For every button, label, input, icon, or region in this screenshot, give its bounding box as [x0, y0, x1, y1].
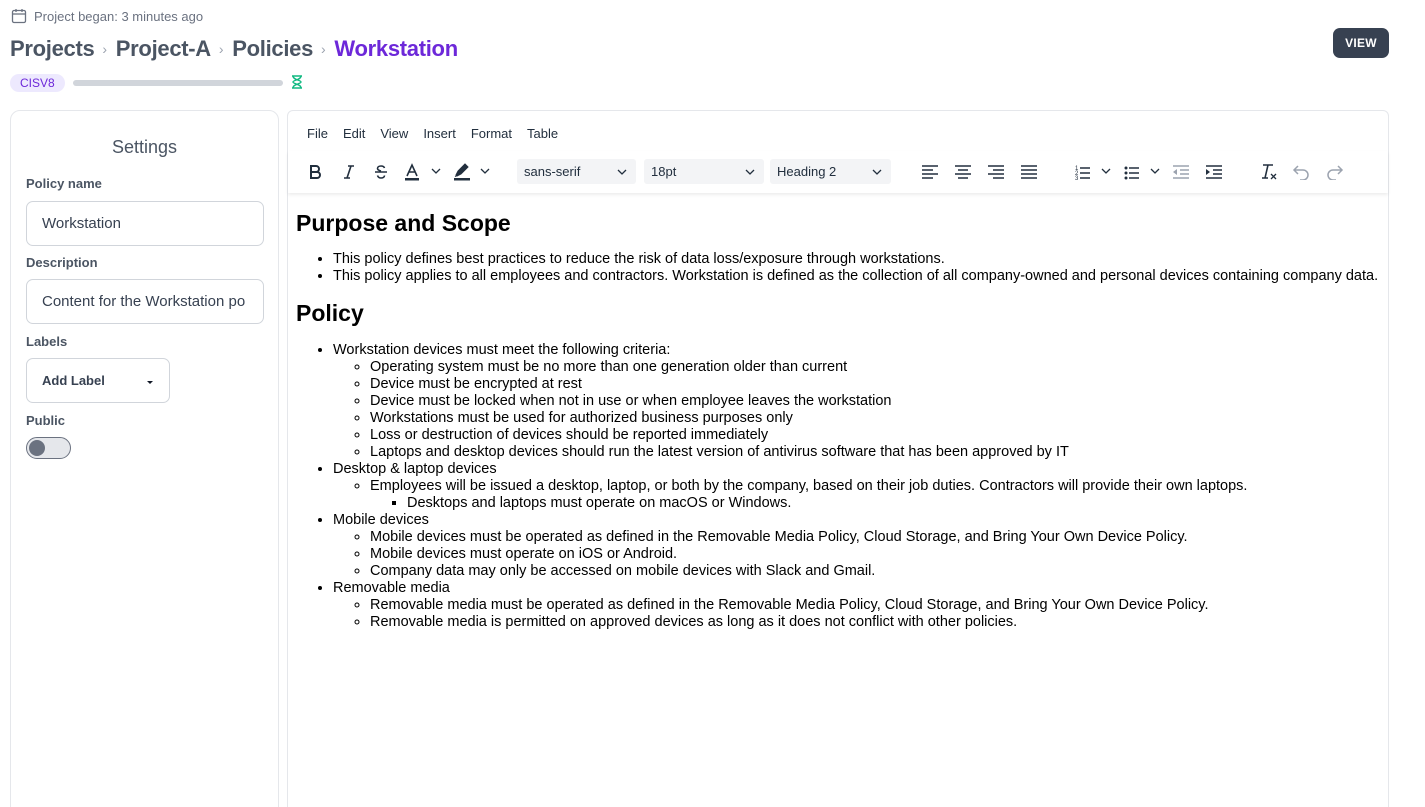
settings-title: Settings	[111, 137, 178, 157]
list-item: Desktops and laptops must operate on mac…	[407, 495, 1386, 512]
list-item-text: Desktop & laptop devices	[333, 461, 497, 477]
description-input[interactable]: Content for the Workstation po	[26, 279, 264, 324]
project-began-text: Project began: 3 minutes ago	[34, 8, 204, 24]
heading-purpose: Purpose and Scope	[296, 210, 511, 236]
menu-table[interactable]: Table	[527, 126, 558, 141]
sub-list: Employees will be issued a desktop, lapt…	[333, 478, 1386, 512]
sub-list: Operating system must be no more than on…	[333, 359, 1386, 461]
description-label: Description	[26, 255, 98, 270]
project-began-info: Project began: 3 minutes ago	[11, 8, 203, 24]
list-item: Removable media is permitted on approved…	[370, 614, 1386, 631]
block-format-value: Heading 2	[777, 164, 837, 179]
font-size-value: 18pt	[651, 164, 677, 179]
svg-text:3: 3	[1075, 176, 1079, 181]
breadcrumb-workstation: Workstation	[334, 36, 458, 61]
list-item: Device must be encrypted at rest	[370, 376, 1386, 393]
font-family-select[interactable]: sans-serif	[517, 159, 636, 184]
heading-policy: Policy	[296, 300, 364, 326]
list-item: Mobile devices must be operated as defin…	[370, 529, 1386, 546]
list-item: Workstations must be used for authorized…	[370, 410, 1386, 427]
framework-badge: CISV8	[10, 74, 65, 92]
settings-panel: Settings Policy name Workstation Descrip…	[10, 110, 279, 807]
toggle-knob	[29, 440, 45, 456]
document-body[interactable]: Purpose and Scope This policy defines be…	[296, 209, 1386, 631]
policy-list: Workstation devices must meet the follow…	[296, 342, 1386, 631]
sub-list: Removable media must be operated as defi…	[333, 597, 1386, 631]
chevron-right-icon: ›	[102, 41, 107, 57]
add-label-dropdown[interactable]: Add Label	[26, 358, 170, 403]
justify-icon[interactable]	[1020, 160, 1038, 184]
sub-list: Mobile devices must be operated as defin…	[333, 529, 1386, 580]
text-color-icon[interactable]	[404, 160, 444, 184]
caret-down-icon	[146, 373, 154, 388]
status-row: CISV8	[10, 74, 303, 92]
editor-toolbar: sans-serif 18pt Heading 2 123	[288, 151, 1388, 193]
labels-label: Labels	[26, 334, 68, 349]
breadcrumb: Projects › Project-A › Policies › Workst…	[10, 36, 458, 62]
progress-bar	[72, 80, 283, 86]
chevron-down-icon	[617, 169, 627, 175]
editor-menubar: File Edit View Insert Format Table	[307, 126, 573, 141]
policy-name-input[interactable]: Workstation	[26, 201, 264, 246]
hourglass-icon	[291, 74, 303, 92]
policy-name-label: Policy name	[26, 176, 102, 191]
public-toggle[interactable]	[26, 437, 71, 459]
list-item: Removable media must be operated as defi…	[370, 597, 1386, 614]
align-center-icon[interactable]	[954, 160, 972, 184]
strikethrough-icon[interactable]	[373, 160, 389, 184]
list-item-text: Employees will be issued a desktop, lapt…	[370, 478, 1248, 494]
list-item: Loss or destruction of devices should be…	[370, 427, 1386, 444]
list-item: Device must be locked when not in use or…	[370, 393, 1386, 410]
breadcrumb-policies[interactable]: Policies	[232, 36, 313, 62]
list-item-text: Removable media	[333, 580, 450, 596]
list-item: Employees will be issued a desktop, lapt…	[370, 478, 1386, 512]
rich-text-editor: File Edit View Insert Format Table sans-…	[287, 110, 1389, 807]
chevron-down-icon	[872, 169, 882, 175]
add-label-text: Add Label	[42, 373, 105, 388]
bullet-list-icon[interactable]	[1124, 160, 1164, 184]
menu-view[interactable]: View	[380, 126, 408, 141]
block-format-select[interactable]: Heading 2	[770, 159, 891, 184]
align-left-icon[interactable]	[921, 160, 939, 184]
highlight-icon[interactable]	[453, 160, 493, 184]
list-item: Operating system must be no more than on…	[370, 359, 1386, 376]
calendar-icon	[11, 8, 27, 24]
italic-icon[interactable]	[341, 160, 357, 184]
list-item: This policy applies to all employees and…	[333, 268, 1386, 285]
sub-sub-list: Desktops and laptops must operate on mac…	[370, 495, 1386, 512]
outdent-icon[interactable]	[1172, 160, 1190, 184]
list-item: Company data may only be accessed on mob…	[370, 563, 1386, 580]
clear-format-icon[interactable]	[1260, 160, 1278, 184]
menu-edit[interactable]: Edit	[343, 126, 365, 141]
list-item-text: Mobile devices	[333, 512, 429, 528]
list-item: This policy defines best practices to re…	[333, 251, 1386, 268]
numbered-list-icon[interactable]: 123	[1075, 160, 1115, 184]
list-item: Removable media Removable media must be …	[333, 580, 1386, 631]
list-item-text: Workstation devices must meet the follow…	[333, 342, 671, 358]
align-right-icon[interactable]	[987, 160, 1005, 184]
list-item: Workstation devices must meet the follow…	[333, 342, 1386, 461]
list-item: Mobile devices must operate on iOS or An…	[370, 546, 1386, 563]
font-size-select[interactable]: 18pt	[644, 159, 764, 184]
bold-icon[interactable]	[307, 160, 323, 184]
chevron-right-icon: ›	[218, 41, 224, 57]
list-item: Laptops and desktop devices should run t…	[370, 444, 1386, 461]
menu-format[interactable]: Format	[471, 126, 512, 141]
purpose-list: This policy defines best practices to re…	[296, 251, 1386, 285]
list-item: Mobile devices Mobile devices must be op…	[333, 512, 1386, 580]
font-family-value: sans-serif	[524, 164, 581, 179]
indent-icon[interactable]	[1205, 160, 1223, 184]
public-label: Public	[26, 413, 66, 428]
redo-icon[interactable]	[1326, 160, 1344, 184]
list-item: Desktop & laptop devices Employees will …	[333, 461, 1386, 512]
menu-insert[interactable]: Insert	[423, 126, 456, 141]
chevron-right-icon: ›	[321, 41, 326, 57]
view-button[interactable]: VIEW	[1333, 28, 1389, 58]
breadcrumb-projects[interactable]: Projects	[10, 36, 95, 62]
menu-file[interactable]: File	[307, 126, 328, 141]
breadcrumb-project-a[interactable]: Project-A	[116, 36, 211, 62]
chevron-down-icon	[745, 169, 755, 175]
undo-icon[interactable]	[1292, 160, 1310, 184]
